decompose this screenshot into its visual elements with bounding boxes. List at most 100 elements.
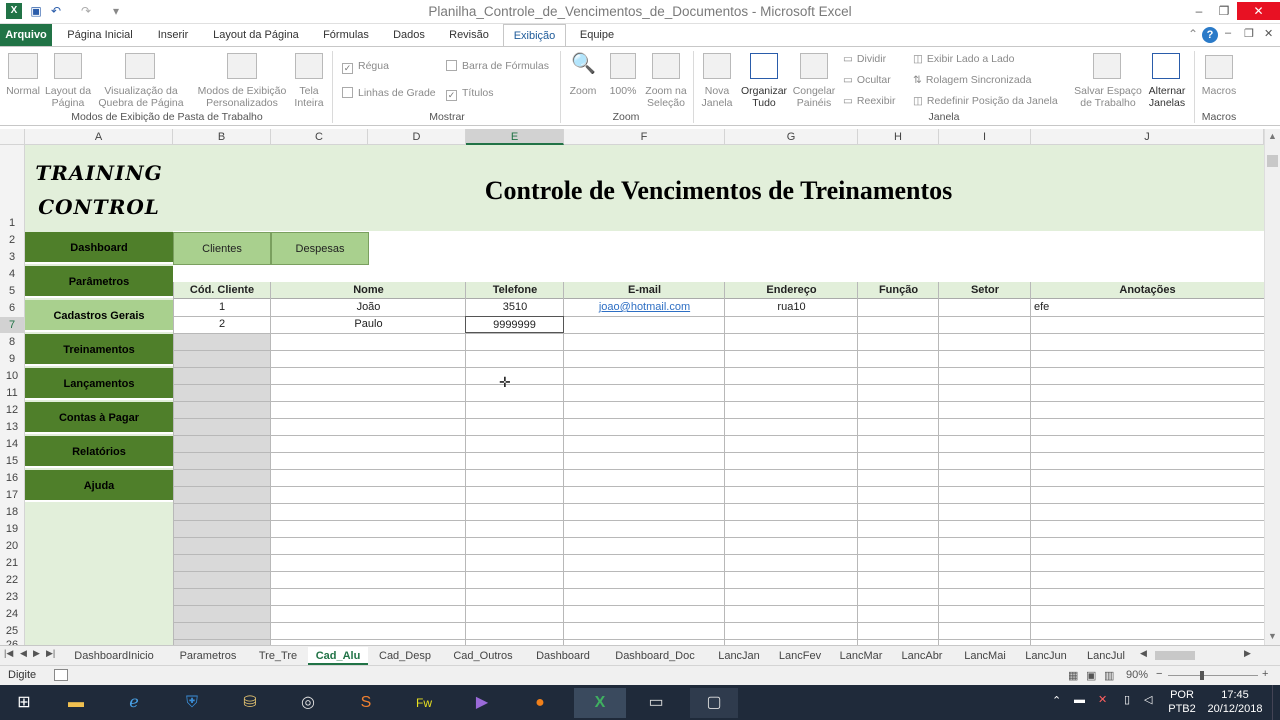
- tab-dados[interactable]: Dados: [382, 24, 436, 46]
- row-header[interactable]: 2: [0, 232, 24, 248]
- sidebar-item-contas-pagar[interactable]: Contas à Pagar: [25, 402, 173, 434]
- row-header[interactable]: 15: [0, 453, 24, 469]
- sheet-tab[interactable]: Dashboard: [528, 647, 598, 665]
- zoom-selection-button[interactable]: Zoom na Seleção: [642, 85, 690, 109]
- fireworks-icon[interactable]: Fw: [404, 688, 444, 718]
- hscroll-thumb[interactable]: [1155, 651, 1195, 660]
- sheet-tab-active[interactable]: Cad_Alu: [308, 647, 368, 665]
- row-header[interactable]: 11: [0, 385, 24, 401]
- tab-exibicao[interactable]: Exibição: [503, 24, 566, 47]
- view-break-icon[interactable]: ▥: [1104, 669, 1114, 682]
- sidebar-item-ajuda[interactable]: Ajuda: [25, 470, 173, 502]
- sidebar-item-parametros[interactable]: Parâmetros: [25, 266, 173, 298]
- sheet-tab[interactable]: LancFev: [772, 647, 828, 665]
- help-icon[interactable]: ?: [1202, 27, 1218, 43]
- column-header-h[interactable]: H: [858, 129, 939, 145]
- row-header[interactable]: 18: [0, 504, 24, 520]
- table-cell-cod[interactable]: 2: [173, 316, 271, 333]
- vertical-scrollbar[interactable]: ▲ ▼: [1264, 129, 1280, 645]
- row-header[interactable]: 8: [0, 334, 24, 350]
- row-header[interactable]: 25: [0, 623, 24, 639]
- page-layout-button[interactable]: Layout da Página: [44, 85, 92, 109]
- sheet-tab[interactable]: LancJan: [710, 647, 768, 665]
- sheet-tab[interactable]: Parametros: [170, 647, 246, 665]
- column-header-a[interactable]: A: [25, 129, 173, 145]
- tab-formulas[interactable]: Fórmulas: [314, 24, 378, 46]
- regua-checkbox[interactable]: ✓ Régua: [342, 60, 389, 74]
- row-header[interactable]: 3: [0, 249, 24, 265]
- column-header-f[interactable]: F: [564, 129, 725, 145]
- column-header-j[interactable]: J: [1031, 129, 1264, 145]
- unhide-button[interactable]: ▭ Reexibir: [843, 95, 903, 107]
- switch-windows-button[interactable]: Alternar Janelas: [1143, 85, 1191, 109]
- clock[interactable]: 17:45 20/12/2018: [1204, 688, 1266, 716]
- row-header[interactable]: 12: [0, 402, 24, 418]
- battery-icon[interactable]: ▯: [1124, 693, 1130, 706]
- sublime-text-icon[interactable]: S: [346, 688, 386, 718]
- active-cell-telefone[interactable]: 9999999: [465, 316, 564, 333]
- window-app-icon[interactable]: ▢: [690, 688, 738, 718]
- tab-inserir[interactable]: Inserir: [148, 24, 198, 46]
- row-header[interactable]: 23: [0, 589, 24, 605]
- tray-up-arrow-icon[interactable]: ⌃: [1052, 694, 1061, 707]
- row-header[interactable]: 22: [0, 572, 24, 588]
- database-tool-icon[interactable]: ⛁: [230, 688, 270, 718]
- worksheet-grid[interactable]: TRAINING CONTROL Controle de Vencimentos…: [25, 145, 1264, 645]
- tab-pagina-inicial[interactable]: Página Inicial: [56, 24, 144, 46]
- row-header[interactable]: 1: [0, 215, 24, 231]
- page-break-button[interactable]: Visualização da Quebra de Página: [96, 85, 186, 109]
- show-desktop-button[interactable]: [1272, 685, 1280, 720]
- windows-start-icon[interactable]: ⊞: [4, 688, 44, 718]
- scroll-thumb[interactable]: [1267, 155, 1278, 167]
- table-cell-nome[interactable]: João: [271, 299, 466, 316]
- linhas-grade-checkbox[interactable]: Linhas de Grade: [342, 87, 436, 99]
- scroll-up-icon[interactable]: ▲: [1266, 131, 1279, 143]
- sidebar-item-dashboard[interactable]: Dashboard: [25, 232, 173, 264]
- row-header[interactable]: 20: [0, 538, 24, 554]
- hscroll-left-icon[interactable]: ◀: [1140, 648, 1147, 659]
- sheet-tab[interactable]: LancJun: [1018, 647, 1074, 665]
- ribbon-collapse-icon[interactable]: ⌃: [1185, 27, 1201, 43]
- sheet-tab[interactable]: Cad_Outros: [444, 647, 522, 665]
- row-header[interactable]: 9: [0, 351, 24, 367]
- macro-record-icon[interactable]: [54, 669, 68, 681]
- table-cell-nome[interactable]: Paulo: [271, 316, 466, 333]
- zoom-out-icon[interactable]: −: [1156, 668, 1162, 680]
- split-button[interactable]: ▭ Dividir: [843, 53, 903, 65]
- sidebar-item-relatorios[interactable]: Relatórios: [25, 436, 173, 468]
- last-sheet-icon[interactable]: ▶|: [46, 648, 55, 659]
- workbook-minimize-icon[interactable]: –: [1225, 27, 1239, 39]
- row-header[interactable]: 6: [0, 300, 24, 316]
- view-normal-icon[interactable]: ▦: [1068, 669, 1078, 682]
- table-cell-cod[interactable]: 1: [173, 299, 271, 316]
- sheet-tab[interactable]: Cad_Desp: [372, 647, 438, 665]
- row-header[interactable]: 17: [0, 487, 24, 503]
- sheet-tab[interactable]: LancMar: [832, 647, 890, 665]
- excel-taskbar-icon[interactable]: X: [574, 688, 626, 718]
- row-header[interactable]: 21: [0, 555, 24, 571]
- row-header[interactable]: 16: [0, 470, 24, 486]
- column-header-i[interactable]: I: [939, 129, 1031, 145]
- zoom-level[interactable]: 90%: [1126, 669, 1148, 681]
- zoom-button[interactable]: Zoom: [564, 85, 602, 97]
- row-header[interactable]: 24: [0, 606, 24, 622]
- zoom-slider[interactable]: [1168, 675, 1258, 676]
- zoom-slider-thumb[interactable]: [1200, 671, 1204, 680]
- sheet-tab[interactable]: LancJul: [1078, 647, 1134, 665]
- normal-view-button[interactable]: Normal: [2, 85, 44, 97]
- select-all-corner[interactable]: [0, 129, 25, 145]
- row-header[interactable]: 7: [0, 317, 24, 333]
- firefox-icon[interactable]: ●: [520, 688, 560, 718]
- sheet-tab[interactable]: Tre_Tre: [250, 647, 306, 665]
- column-header-g[interactable]: G: [725, 129, 858, 145]
- row-header[interactable]: 4: [0, 266, 24, 282]
- minimize-icon[interactable]: –: [1185, 2, 1213, 20]
- save-workspace-button[interactable]: Salvar Espaço de Trabalho: [1073, 85, 1143, 109]
- arrange-all-button[interactable]: Organizar Tudo: [738, 85, 790, 109]
- hide-button[interactable]: ▭ Ocultar: [843, 74, 903, 86]
- scroll-down-icon[interactable]: ▼: [1266, 631, 1279, 643]
- table-cell-endereco[interactable]: rua10: [725, 299, 858, 316]
- column-header-b[interactable]: B: [173, 129, 271, 145]
- close-icon[interactable]: ✕: [1237, 2, 1280, 20]
- freeze-panes-button[interactable]: Congelar Painéis: [790, 85, 838, 109]
